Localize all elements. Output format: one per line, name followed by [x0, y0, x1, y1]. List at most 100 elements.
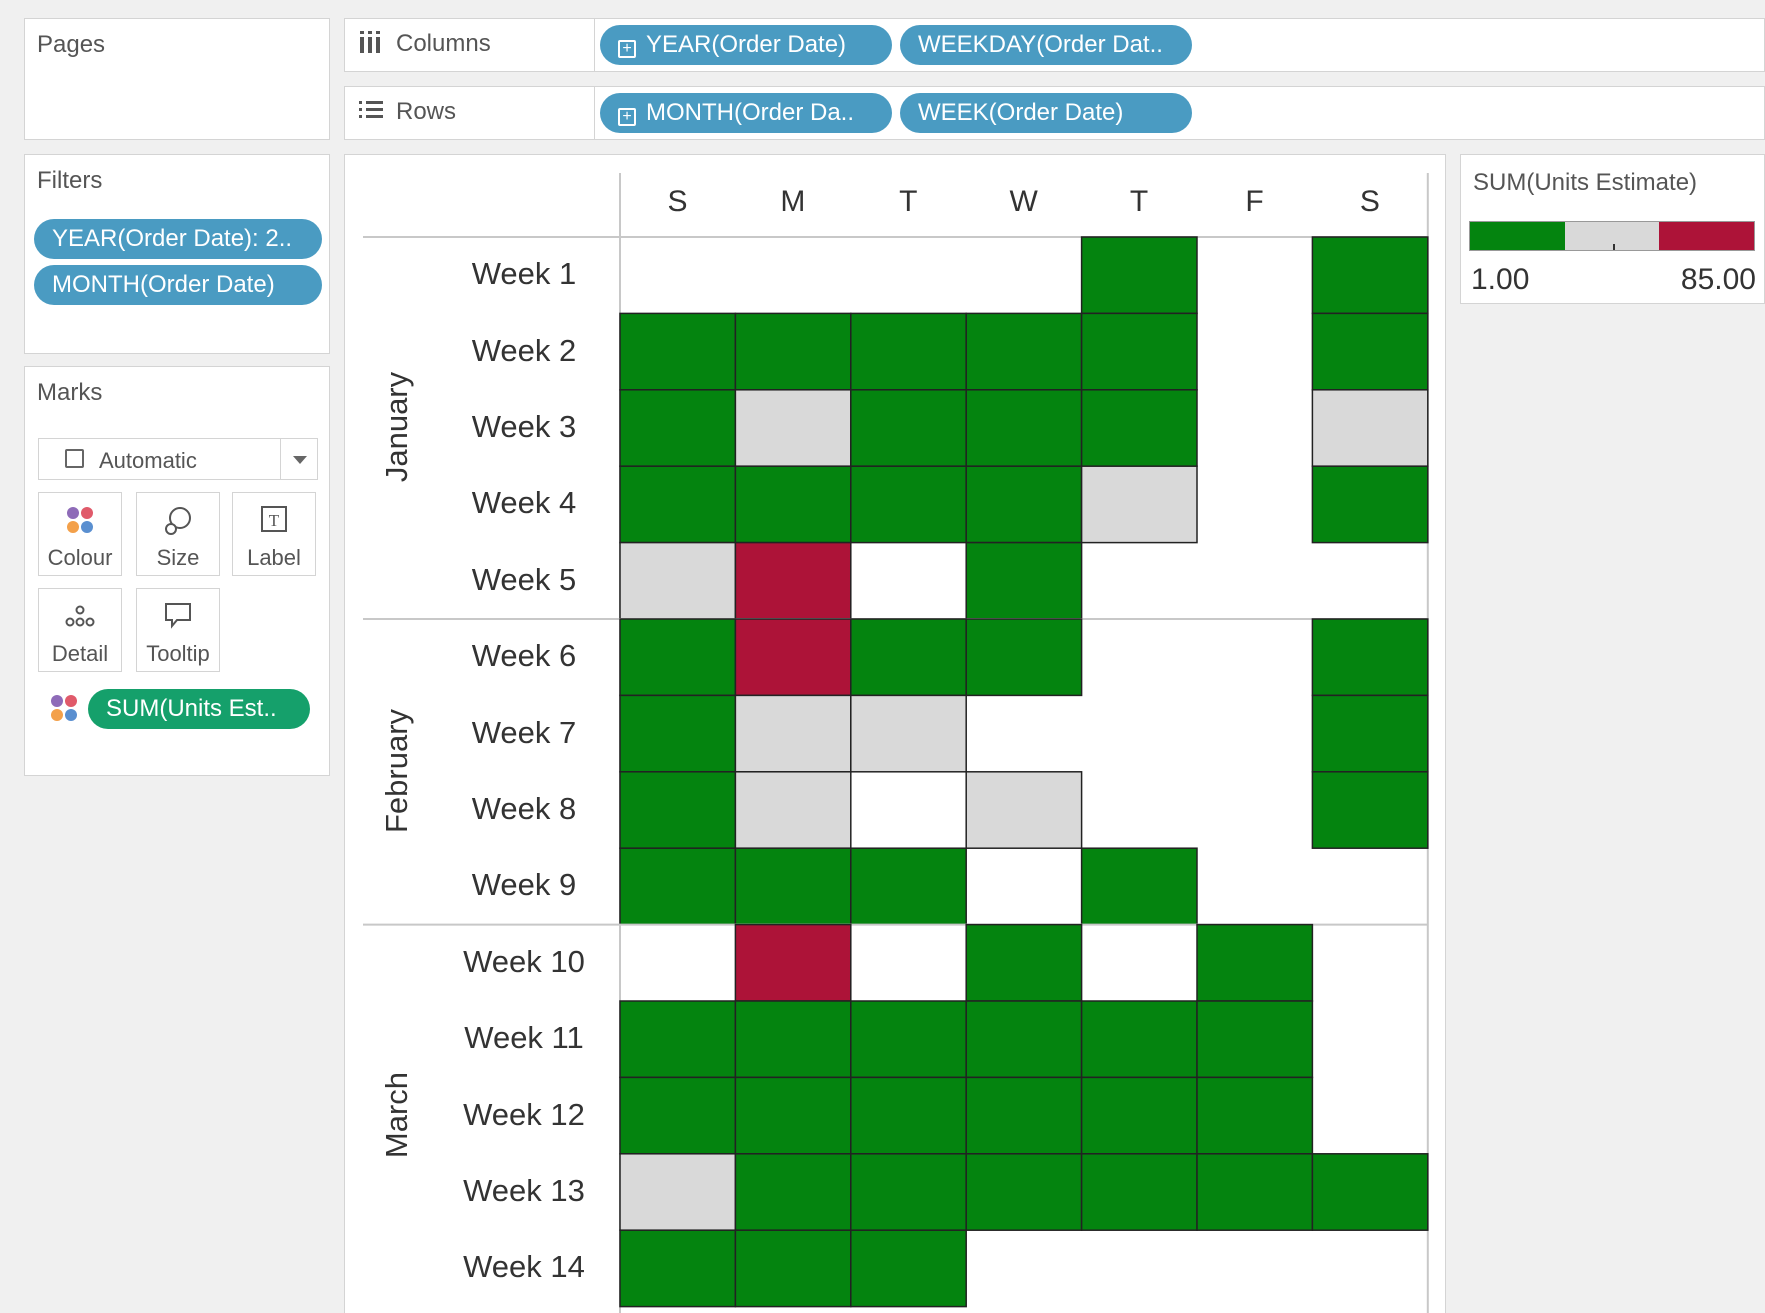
heatmap-cell[interactable] — [1311, 1153, 1429, 1231]
columns-pill-year[interactable]: + YEAR(Order Date) — [600, 25, 892, 65]
size-label: Size — [156, 545, 200, 570]
heatmap-cell[interactable] — [1080, 1153, 1198, 1231]
tooltip-button[interactable]: Tooltip — [136, 588, 220, 672]
heatmap-cell[interactable] — [734, 541, 852, 620]
heatmap-cell[interactable] — [619, 1153, 737, 1231]
heatmap-cell[interactable] — [965, 1000, 1083, 1079]
pages-panel[interactable]: Pages — [24, 18, 330, 140]
heatmap-cell[interactable] — [965, 389, 1083, 467]
rows-label: Rows — [396, 98, 457, 125]
heatmap-cell[interactable] — [734, 694, 852, 773]
heatmap-cell[interactable] — [1196, 1153, 1314, 1231]
heatmap-cell[interactable] — [734, 1000, 852, 1079]
heatmap-cell[interactable] — [734, 389, 852, 467]
colour-field-pill[interactable]: SUM(Units Est.. — [88, 689, 310, 729]
heatmap-cell[interactable] — [850, 312, 967, 391]
rows-pill-week[interactable]: WEEK(Order Date) — [900, 93, 1192, 133]
heatmap-cell[interactable] — [965, 465, 1083, 544]
heatmap-cell[interactable] — [850, 847, 967, 926]
heatmap-cell[interactable] — [619, 618, 737, 697]
detail-button[interactable]: Detail — [38, 588, 122, 672]
text-label-icon: T — [233, 505, 315, 541]
tooltip-icon — [137, 601, 219, 637]
heatmap-cell[interactable] — [619, 694, 737, 773]
heatmap-cell[interactable] — [734, 771, 852, 849]
rows-pill-month[interactable]: + MONTH(Order Da.. — [600, 93, 892, 133]
heatmap-cell[interactable] — [619, 312, 737, 391]
filter-pill-month[interactable]: MONTH(Order Date) — [34, 265, 322, 305]
heatmap-cell[interactable] — [1080, 389, 1198, 467]
heatmap-cell[interactable] — [734, 618, 852, 697]
heatmap-cell[interactable] — [965, 618, 1083, 697]
heatmap-cell[interactable] — [734, 847, 852, 926]
colour-legend[interactable]: SUM(Units Estimate) 1.00 85.00 — [1460, 154, 1765, 304]
heatmap-cell[interactable] — [1080, 312, 1198, 391]
row-header-week: Week 13 — [463, 1173, 585, 1208]
colour-button[interactable]: Colour — [38, 492, 122, 576]
heatmap-cell[interactable] — [619, 1000, 737, 1079]
heatmap-cell[interactable] — [965, 771, 1083, 849]
heatmap-cell[interactable] — [619, 541, 737, 620]
legend-gradient — [1469, 221, 1755, 251]
row-header-week: Week 11 — [464, 1020, 584, 1056]
row-header-week: Week 8 — [471, 791, 577, 826]
heatmap-cell[interactable] — [734, 312, 852, 391]
legend-midpoint-tick — [1612, 244, 1615, 250]
heatmap-cell[interactable] — [1196, 923, 1314, 1002]
heatmap-cell[interactable] — [1311, 312, 1429, 391]
heatmap-cell[interactable] — [965, 1076, 1083, 1155]
heatmap-cell[interactable] — [619, 465, 737, 544]
heatmap-cell[interactable] — [1311, 618, 1429, 697]
detail-icon — [39, 601, 121, 637]
heatmap-cell[interactable] — [850, 389, 967, 467]
heatmap-cell[interactable] — [734, 1076, 852, 1155]
heatmap-cell[interactable] — [1311, 465, 1429, 544]
row-header-week: Week 6 — [471, 638, 577, 674]
heatmap-view[interactable]: S M T W T F S Week 1 Week 2 Week 3 Week 4 Week 5 Jan… — [344, 154, 1446, 1313]
heatmap-cell[interactable] — [850, 694, 967, 773]
mark-type-dropdown[interactable]: Automatic — [38, 438, 318, 480]
label-button[interactable]: T Label — [232, 492, 316, 576]
row-header-week: Week 10 — [463, 943, 585, 979]
heatmap-cell[interactable] — [965, 923, 1083, 1002]
heatmap-cell[interactable] — [1311, 389, 1429, 467]
row-header-week: Week 2 — [471, 332, 577, 368]
heatmap-cell[interactable] — [850, 1000, 967, 1079]
heatmap-cell[interactable] — [1080, 236, 1198, 315]
heatmap-cell[interactable] — [965, 1153, 1083, 1231]
heatmap-cell[interactable] — [1080, 847, 1198, 926]
heatmap-cell[interactable] — [965, 541, 1083, 620]
heatmap-cell[interactable] — [734, 923, 852, 1002]
heatmap-cell[interactable] — [1080, 465, 1198, 544]
heatmap-cell[interactable] — [734, 1229, 852, 1308]
mark-type-label: Automatic — [99, 448, 197, 473]
heatmap-cell[interactable] — [1080, 1076, 1198, 1155]
columns-pill-weekday[interactable]: WEEKDAY(Order Dat.. — [900, 25, 1192, 65]
heatmap-cell[interactable] — [850, 465, 967, 544]
heatmap-cell[interactable] — [1311, 236, 1429, 315]
filters-panel[interactable]: Filters YEAR(Order Date): 2.. MONTH(Orde… — [24, 154, 330, 354]
heatmap-cell[interactable] — [619, 771, 737, 849]
filter-pill-year[interactable]: YEAR(Order Date): 2.. — [34, 219, 322, 259]
heatmap-cell[interactable] — [850, 1153, 967, 1231]
legend-low-swatch — [1470, 222, 1565, 250]
heatmap-cell[interactable] — [850, 1076, 967, 1155]
heatmap-cell[interactable] — [619, 1076, 737, 1155]
heatmap-cell[interactable] — [619, 389, 737, 467]
heatmap-cell[interactable] — [1311, 771, 1429, 849]
heatmap-cell[interactable] — [734, 465, 852, 544]
heatmap-cell[interactable] — [965, 312, 1083, 391]
size-button[interactable]: Size — [136, 492, 220, 576]
heatmap-cell[interactable] — [850, 618, 967, 697]
heatmap-cell[interactable] — [734, 1153, 852, 1231]
heatmap-cell[interactable] — [1196, 1076, 1314, 1155]
heatmap-cell[interactable] — [619, 847, 737, 926]
legend-high-swatch — [1659, 222, 1755, 250]
heatmap-cell[interactable] — [619, 1229, 737, 1308]
row-header-week: Week 14 — [463, 1249, 585, 1285]
heatmap-cell[interactable] — [1196, 1000, 1314, 1079]
heatmap-cell[interactable] — [1311, 694, 1429, 773]
heatmap-cell[interactable] — [1080, 1000, 1198, 1079]
heatmap-cell[interactable] — [850, 1229, 967, 1308]
tooltip-label: Tooltip — [146, 641, 210, 666]
